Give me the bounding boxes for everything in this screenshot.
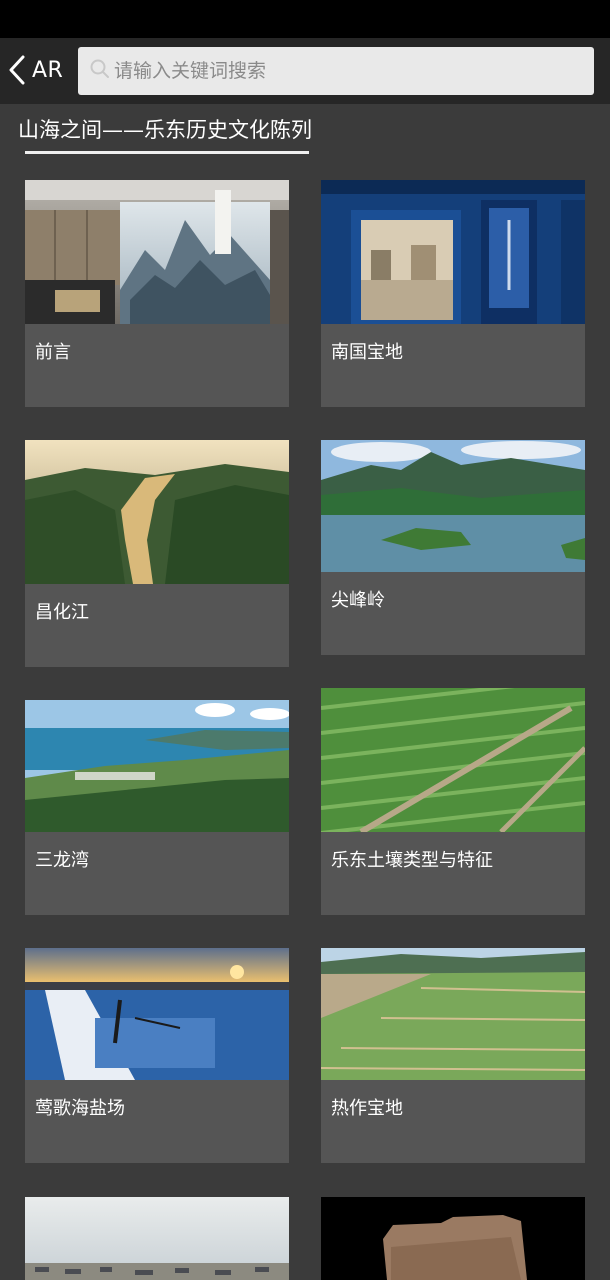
card-label: 昌化江 — [35, 602, 89, 623]
card-image-crop-fields — [321, 948, 585, 1080]
card-label: 莺歌海盐场 — [35, 1098, 125, 1119]
title-underline — [25, 151, 309, 154]
status-bar — [0, 0, 610, 38]
chevron-left-icon — [8, 55, 26, 85]
section-title: 山海之间——乐东历史文化陈列 — [18, 118, 312, 142]
card-label: 三龙湾 — [35, 850, 89, 871]
exhibit-card-changhua-river[interactable]: 昌化江 — [25, 440, 289, 667]
card-image-river-valley — [25, 440, 289, 584]
back-label: AR — [32, 57, 64, 83]
exhibit-card-artifact[interactable] — [321, 1197, 585, 1280]
card-image-salt-pans — [25, 948, 289, 1080]
back-button[interactable]: AR — [8, 50, 63, 90]
card-image-beach-boats — [25, 1197, 289, 1280]
exhibit-card-soil-types[interactable]: 乐东土壤类型与特征 — [321, 688, 585, 915]
card-image-exhibition-hall — [321, 180, 585, 324]
exhibit-card-southern-treasure[interactable]: 南国宝地 — [321, 180, 585, 407]
card-label: 尖峰岭 — [331, 590, 385, 611]
search-input[interactable] — [114, 60, 584, 82]
exhibit-card-yinggehai-salt-field[interactable]: 莺歌海盐场 — [25, 948, 289, 1163]
exhibit-card-jianfeng-ridge[interactable]: 尖峰岭 — [321, 440, 585, 655]
card-image-mountain-lake — [321, 440, 585, 572]
search-bar[interactable] — [78, 47, 594, 95]
top-bar: AR — [0, 38, 610, 104]
card-image-museum-lobby — [25, 180, 289, 324]
exhibit-card-tropical-crops[interactable]: 热作宝地 — [321, 948, 585, 1163]
search-icon — [90, 59, 110, 83]
card-image-coastal-bay — [25, 700, 289, 832]
card-image-stone-artifact — [321, 1197, 585, 1280]
card-label: 南国宝地 — [331, 342, 403, 363]
card-label: 热作宝地 — [331, 1098, 403, 1119]
card-image-green-farm — [321, 688, 585, 832]
exhibit-card-sanlong-bay[interactable]: 三龙湾 — [25, 700, 289, 915]
exhibit-card-preface[interactable]: 前言 — [25, 180, 289, 407]
card-label: 乐东土壤类型与特征 — [331, 850, 493, 871]
exhibit-card-beach[interactable] — [25, 1197, 289, 1280]
card-label: 前言 — [35, 342, 71, 363]
